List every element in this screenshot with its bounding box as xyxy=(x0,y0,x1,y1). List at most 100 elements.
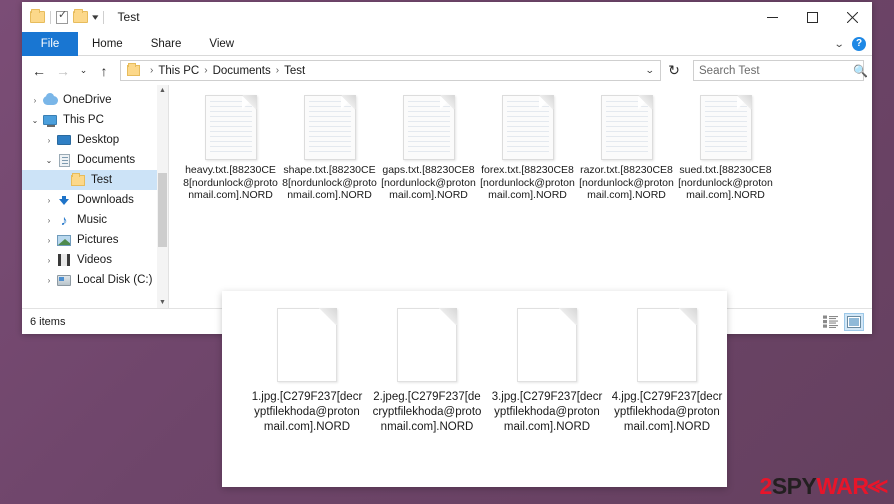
view-mode-buttons xyxy=(820,312,864,331)
sidebar-item-local-disk[interactable]: › Local Disk (C:) xyxy=(22,270,168,290)
sidebar-item-label: Test xyxy=(91,174,113,186)
minimize-button[interactable] xyxy=(752,2,792,32)
file-list-view[interactable]: heavy.txt.[88230CE8[nordunlock@protonmai… xyxy=(169,85,872,308)
list-item[interactable]: sued.txt.[88230CE8[nordunlock@protonmail… xyxy=(676,95,775,202)
file-name: razor.txt.[88230CE8[nordunlock@protonmai… xyxy=(579,164,674,201)
recent-locations-icon[interactable]: ⌄ xyxy=(76,60,91,82)
pictures-icon xyxy=(56,233,72,247)
blank-file-icon xyxy=(517,308,577,382)
address-bar: ← → ⌄ ↑ › This PC › Documents › Test ⌄ ↻… xyxy=(22,56,872,85)
tab-file[interactable]: File xyxy=(22,32,78,56)
search-icon[interactable]: 🔍 xyxy=(853,64,868,78)
list-item[interactable]: 3.jpg.[C279F237[decryptfilekhoda@protonm… xyxy=(487,308,607,435)
chevron-right-icon[interactable]: › xyxy=(42,216,56,225)
chevron-down-icon[interactable]: ▾ xyxy=(92,12,98,22)
scroll-down-icon[interactable]: ▼ xyxy=(159,297,166,308)
breadcrumb-separator: › xyxy=(150,64,154,76)
chevron-right-icon[interactable]: › xyxy=(42,236,56,245)
watermark-part-1: 2 xyxy=(759,473,773,499)
chevron-down-icon[interactable]: ⌄ xyxy=(28,116,42,125)
large-icons-view-icon[interactable] xyxy=(844,312,864,331)
refresh-button[interactable]: ↻ xyxy=(663,60,685,82)
search-box[interactable]: 🔍 xyxy=(693,60,868,81)
videos-icon xyxy=(56,253,72,267)
text-file-icon xyxy=(600,95,653,160)
tab-home[interactable]: Home xyxy=(78,32,137,56)
search-input[interactable] xyxy=(699,64,853,77)
sidebar-item-test[interactable]: Test xyxy=(22,170,168,190)
text-file-icon xyxy=(501,95,554,160)
sidebar-item-desktop[interactable]: › Desktop xyxy=(22,130,168,150)
blank-file-icon xyxy=(637,308,697,382)
breadcrumb-test[interactable]: Test xyxy=(284,65,305,77)
expand-ribbon-icon[interactable]: ⌄ xyxy=(833,39,844,50)
divider xyxy=(102,10,104,24)
breadcrumb-documents[interactable]: Documents xyxy=(213,65,271,77)
close-button[interactable] xyxy=(832,2,872,32)
properties-icon[interactable] xyxy=(56,9,68,24)
breadcrumb-folder-icon xyxy=(127,63,140,76)
list-item[interactable]: razor.txt.[88230CE8[nordunlock@protonmai… xyxy=(577,95,676,202)
list-item[interactable]: heavy.txt.[88230CE8[nordunlock@protonmai… xyxy=(181,95,280,202)
breadcrumb-right-controls: ⌄ xyxy=(645,65,656,76)
sidebar-item-label: This PC xyxy=(63,114,104,126)
sidebar-item-videos[interactable]: › Videos xyxy=(22,250,168,270)
text-file-icon xyxy=(402,95,455,160)
sidebar-item-downloads[interactable]: › Downloads xyxy=(22,190,168,210)
back-button[interactable]: ← xyxy=(28,60,50,82)
chevron-right-icon[interactable]: › xyxy=(42,256,56,265)
breadcrumb-this-pc[interactable]: This PC xyxy=(158,65,199,77)
details-view-icon[interactable] xyxy=(820,313,840,331)
sidebar-item-label: Music xyxy=(77,214,108,226)
chevron-down-icon[interactable]: ⌄ xyxy=(42,156,56,165)
chevron-right-icon[interactable]: › xyxy=(28,96,42,105)
list-item[interactable]: 4.jpg.[C279F237[decryptfilekhoda@protonm… xyxy=(607,308,727,435)
sidebar-item-documents[interactable]: ⌄ Documents xyxy=(22,150,168,170)
sidebar-item-pictures[interactable]: › Pictures xyxy=(22,230,168,250)
text-file-icon xyxy=(699,95,752,160)
desktop-icon xyxy=(56,133,72,147)
help-icon[interactable]: ? xyxy=(852,37,866,51)
title-bar: ▾ Test xyxy=(22,2,872,32)
scroll-up-icon[interactable]: ▲ xyxy=(159,85,166,96)
breadcrumb-separator: › xyxy=(204,64,208,76)
folder-icon[interactable] xyxy=(30,9,45,23)
file-name: sued.txt.[88230CE8[nordunlock@protonmail… xyxy=(678,164,773,201)
list-item[interactable]: forex.txt.[88230CE8[nordunlock@protonmai… xyxy=(478,95,577,202)
watermark-logo: 2 SPY WAR ≪ xyxy=(759,473,889,499)
cloud-icon xyxy=(42,92,58,107)
ribbon-right-controls: ⌄ ? xyxy=(833,32,866,56)
chevron-right-icon[interactable]: › xyxy=(42,196,56,205)
list-item[interactable]: gaps.txt.[88230CE8[nordunlock@protonmail… xyxy=(379,95,478,202)
chevron-right-icon[interactable]: › xyxy=(42,276,56,285)
item-count-label: 6 items xyxy=(30,315,66,328)
overlay-file-grid: 1.jpg.[C279F237[decryptfilekhoda@protonm… xyxy=(247,308,727,435)
breadcrumb-separator: › xyxy=(275,64,280,76)
tab-view[interactable]: View xyxy=(195,32,248,56)
list-item[interactable]: 1.jpg.[C279F237[decryptfilekhoda@protonm… xyxy=(247,308,367,435)
folder-icon xyxy=(70,172,86,187)
up-button[interactable]: ↑ xyxy=(93,60,115,82)
file-name: shape.txt.[88230CE8[nordunlock@protonmai… xyxy=(282,164,377,201)
list-item[interactable]: 2.jpeg.[C279F237[decryptfilekhoda@proton… xyxy=(367,308,487,435)
chevron-right-icon[interactable]: › xyxy=(42,136,56,145)
scrollbar-thumb[interactable] xyxy=(158,173,167,247)
list-item[interactable]: shape.txt.[88230CE8[nordunlock@protonmai… xyxy=(280,95,379,202)
new-folder-icon[interactable] xyxy=(73,9,88,23)
sidebar-item-label: OneDrive xyxy=(63,94,112,106)
blank-file-icon xyxy=(277,308,337,382)
window-body: › OneDrive ⌄ This PC › Desktop ⌄ Documen… xyxy=(22,85,872,308)
breadcrumb[interactable]: › This PC › Documents › Test ⌄ xyxy=(120,60,661,81)
chevron-down-icon[interactable]: ⌄ xyxy=(645,65,655,76)
window-controls xyxy=(752,2,872,32)
sidebar-item-onedrive[interactable]: › OneDrive xyxy=(22,90,168,110)
maximize-button[interactable] xyxy=(792,2,832,32)
file-explorer-window: ▾ Test File Home Share View ⌄ ? ← → xyxy=(22,2,872,334)
sidebar-item-label: Desktop xyxy=(77,134,120,146)
text-file-icon xyxy=(204,95,257,160)
tab-share[interactable]: Share xyxy=(137,32,196,56)
window-title: Test xyxy=(117,10,140,24)
file-name: 1.jpg.[C279F237[decryptfilekhoda@protonm… xyxy=(251,391,363,433)
sidebar-item-this-pc[interactable]: ⌄ This PC xyxy=(22,110,168,130)
sidebar-item-music[interactable]: › ♪ Music xyxy=(22,210,168,230)
